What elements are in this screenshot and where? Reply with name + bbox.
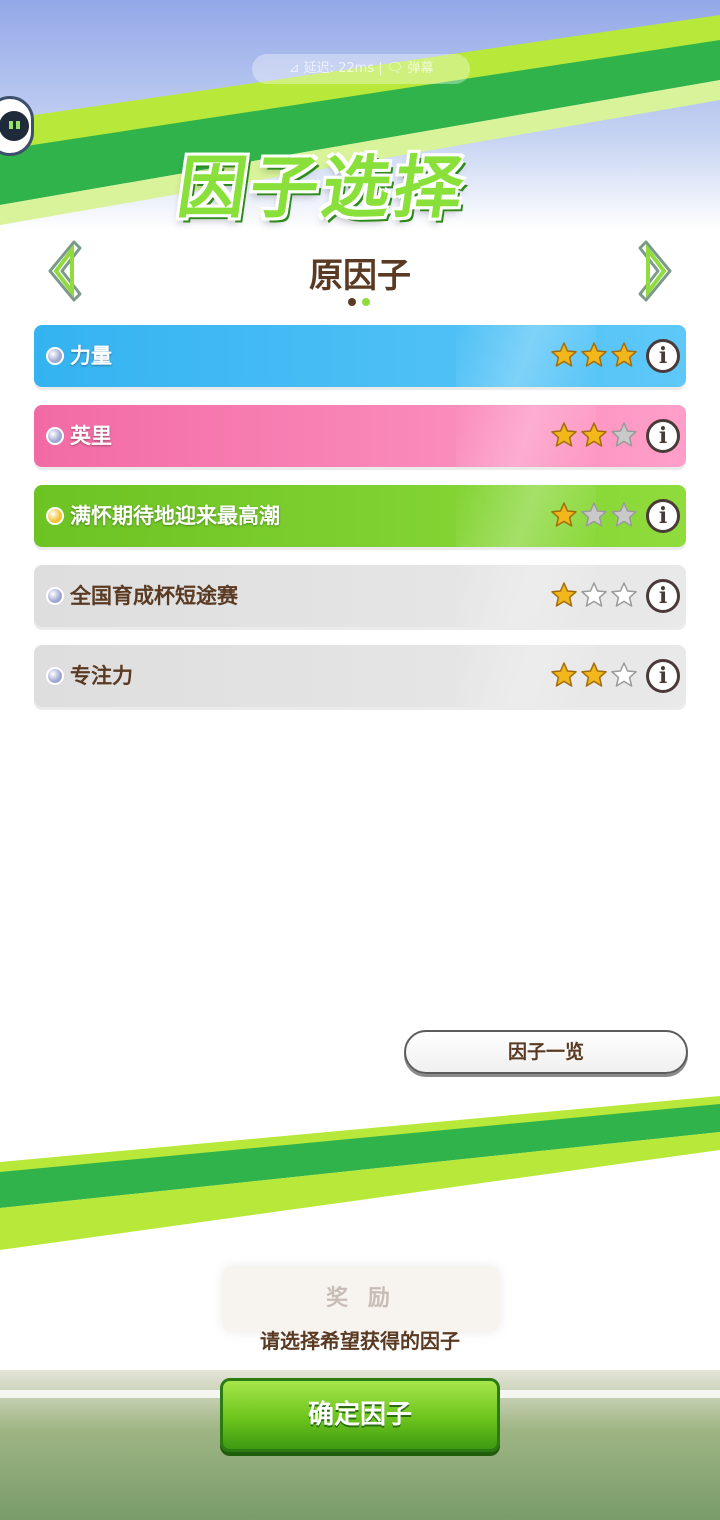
- info-icon[interactable]: i: [646, 659, 680, 693]
- star-empty-icon: [611, 422, 637, 447]
- star-filled-icon: [551, 502, 577, 527]
- factor-list: 力量 i 英里 i 满怀期待地迎来最高潮 i 全国育成杯短途赛 i 专注力 i: [34, 325, 686, 725]
- star-filled-icon: [551, 422, 577, 447]
- factor-star-rating: [550, 341, 640, 371]
- factor-list-button[interactable]: 因子一览: [404, 1030, 688, 1074]
- bottom-stripes: [0, 1096, 720, 1250]
- factor-orb-icon: [46, 427, 64, 445]
- factor-row[interactable]: 专注力 i: [34, 645, 686, 707]
- page-dot-1: [348, 298, 356, 306]
- factor-star-rating: [550, 661, 640, 691]
- factor-name: 力量: [70, 344, 112, 368]
- star-filled-icon: [581, 662, 607, 687]
- star-empty-icon: [611, 582, 637, 607]
- star-filled-icon: [611, 342, 637, 367]
- star-filled-icon: [551, 342, 577, 367]
- factor-orb-icon: [46, 507, 64, 525]
- factor-row[interactable]: 全国育成杯短途赛 i: [34, 565, 686, 627]
- assistant-face-icon: [0, 111, 29, 141]
- confirm-factor-button[interactable]: 确定因子: [220, 1378, 500, 1452]
- star-filled-icon: [551, 582, 577, 607]
- factor-name: 满怀期待地迎来最高潮: [70, 504, 280, 528]
- info-icon[interactable]: i: [646, 339, 680, 373]
- prev-arrow-icon[interactable]: [40, 238, 84, 304]
- page-subtitle: 原因子: [309, 256, 411, 296]
- next-arrow-icon[interactable]: [636, 238, 680, 304]
- star-empty-icon: [581, 582, 607, 607]
- page-dot-2: [362, 298, 370, 306]
- info-icon[interactable]: i: [646, 579, 680, 613]
- factor-orb-icon: [46, 587, 64, 605]
- star-filled-icon: [581, 422, 607, 447]
- factor-name: 全国育成杯短途赛: [70, 584, 238, 608]
- info-icon[interactable]: i: [646, 419, 680, 453]
- factor-name: 专注力: [70, 664, 133, 688]
- info-icon[interactable]: i: [646, 499, 680, 533]
- factor-star-rating: [550, 421, 640, 451]
- star-filled-icon: [581, 342, 607, 367]
- factor-name: 英里: [70, 424, 112, 448]
- factor-row[interactable]: 力量 i: [34, 325, 686, 387]
- network-status-overlay: ⊿ 延迟: 22ms | 🗨 弹幕: [252, 54, 470, 84]
- star-empty-icon: [581, 502, 607, 527]
- factor-orb-icon: [46, 667, 64, 685]
- factor-star-rating: [550, 581, 640, 611]
- factor-row[interactable]: 英里 i: [34, 405, 686, 467]
- star-empty-icon: [611, 502, 637, 527]
- reward-ghost-button: 奖 励: [222, 1266, 500, 1332]
- star-filled-icon: [551, 662, 577, 687]
- star-empty-icon: [611, 662, 637, 687]
- factor-row[interactable]: 满怀期待地迎来最高潮 i: [34, 485, 686, 547]
- page-title: 因子选择: [172, 149, 472, 228]
- factor-orb-icon: [46, 347, 64, 365]
- factor-star-rating: [550, 501, 640, 531]
- page-indicator: [346, 298, 376, 308]
- selection-prompt: 请选择希望获得的因子: [260, 1329, 460, 1353]
